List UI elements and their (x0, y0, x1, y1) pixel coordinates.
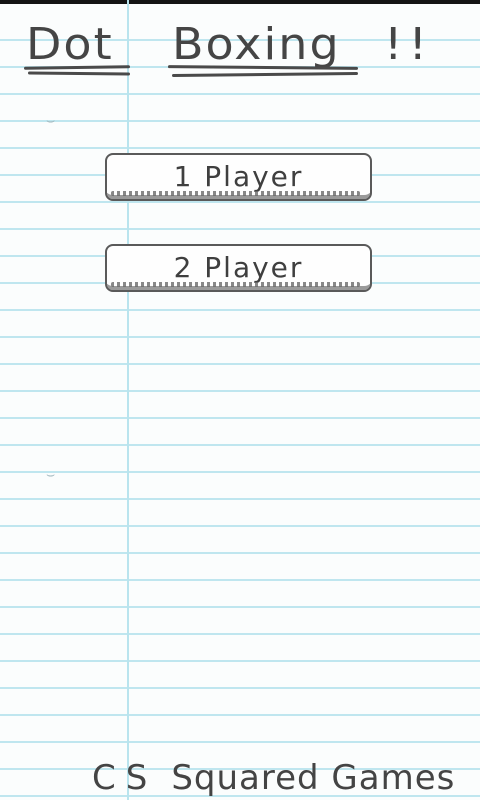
paper-smudge-mark: ⌣ (46, 113, 56, 129)
one-player-button[interactable]: 1 Player (105, 153, 372, 201)
title-underline-dot-2 (27, 71, 131, 76)
developer-credit-prefix: CS (92, 758, 158, 798)
status-bar (0, 0, 480, 4)
two-player-label: 2 Player (173, 251, 304, 284)
notebook-margin-line (127, 0, 129, 800)
title-word-boxing: Boxing (172, 18, 341, 70)
one-player-label: 1 Player (173, 160, 304, 193)
title-underline-boxing-2 (171, 72, 359, 77)
two-player-button[interactable]: 2 Player (105, 244, 372, 292)
developer-credit: CS Squared Games (92, 758, 455, 798)
game-title: Dot Boxing !! (23, 16, 464, 86)
developer-credit-name: Squared Games (171, 758, 456, 798)
paper-smudge-mark: ⌣ (46, 467, 56, 483)
title-exclamation: !! (384, 18, 433, 70)
title-word-dot: Dot (26, 18, 114, 70)
